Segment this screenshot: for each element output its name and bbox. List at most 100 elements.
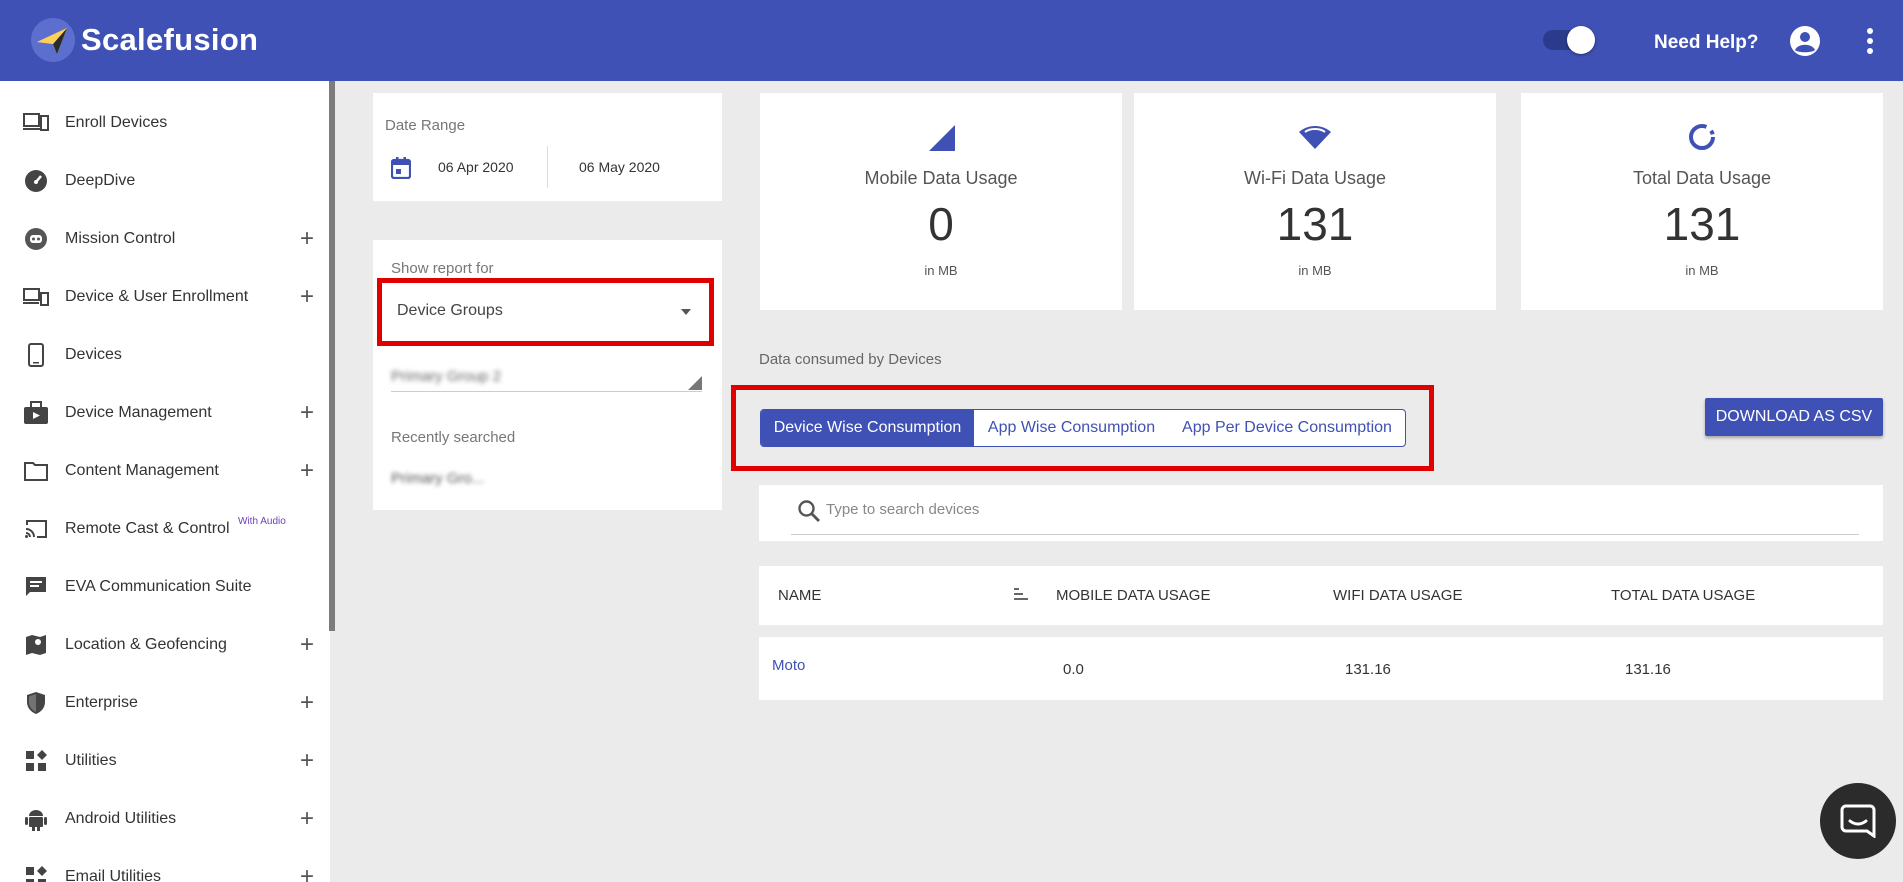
device-name-link[interactable]: Moto	[772, 657, 805, 674]
brand[interactable]: Scalefusion	[31, 18, 258, 62]
shield-icon	[22, 689, 50, 717]
robot-icon	[22, 225, 50, 253]
calendar-icon[interactable]	[391, 157, 411, 179]
col-mobile[interactable]: MOBILE DATA USAGE	[1056, 587, 1210, 604]
highlight-box	[731, 385, 1434, 471]
scalefusion-logo-icon	[31, 18, 75, 62]
stat-unit: in MB	[1685, 263, 1719, 278]
col-wifi[interactable]: WIFI DATA USAGE	[1333, 587, 1462, 604]
sidebar-item[interactable]: Remote Cast & Control With Audio	[0, 504, 330, 554]
expand-plus-icon[interactable]: +	[300, 865, 314, 882]
stat-title: Mobile Data Usage	[864, 168, 1018, 188]
sidebar-item-label: Content Management	[65, 462, 219, 479]
device-search-input[interactable]	[826, 501, 1726, 518]
devices-icon	[22, 283, 50, 311]
sidebar-item[interactable]: Utilities +	[0, 736, 330, 786]
sidebar-item[interactable]: Mission Control +	[0, 214, 330, 264]
highlight-box	[377, 278, 714, 346]
table-header: NAME MOBILE DATA USAGE WIFI DATA USAGE T…	[759, 566, 1883, 625]
recent-search-item[interactable]: Primary Gro...	[391, 470, 484, 487]
sidebar-item[interactable]: Device & User Enrollment +	[0, 272, 330, 322]
sidebar-item-label: Android Utilities	[65, 810, 177, 827]
group-value: Primary Group 2	[391, 368, 502, 385]
expand-plus-icon[interactable]: +	[300, 459, 314, 483]
more-vert-icon[interactable]	[1866, 28, 1874, 54]
top-app-bar: Scalefusion Need Help?	[0, 0, 1903, 81]
total-usage-cell: 131.16	[1625, 661, 1671, 678]
search-underline	[791, 534, 1859, 535]
sidebar-item[interactable]: DeepDive	[0, 156, 330, 206]
enroll-icon	[22, 109, 50, 137]
group-select[interactable]: Primary Group 2	[391, 362, 702, 392]
sidebar-item-label: Enterprise	[65, 694, 138, 711]
expand-plus-icon[interactable]: +	[300, 691, 314, 715]
sidebar-item[interactable]: Email Utilities +	[0, 852, 330, 882]
cast-icon	[22, 515, 50, 543]
sidebar-item[interactable]: Device Management +	[0, 388, 330, 438]
sort-icon[interactable]	[1014, 588, 1030, 602]
email-icon	[22, 863, 50, 882]
expand-plus-icon[interactable]: +	[300, 227, 314, 251]
stat-unit: in MB	[924, 263, 958, 278]
expand-plus-icon[interactable]: +	[300, 285, 314, 309]
sidebar: Enroll Devices DeepDive Mission Control + De…	[0, 81, 330, 882]
download-csv-button[interactable]: DOWNLOAD AS CSV	[1705, 398, 1883, 436]
sidebar-item[interactable]: Enterprise +	[0, 678, 330, 728]
sidebar-item-label: Devices	[65, 346, 122, 363]
stat-title: Total Data Usage	[1632, 168, 1772, 188]
mobile-data-card: Mobile Data Usage 0 in MB	[760, 93, 1122, 310]
phone-icon	[22, 341, 50, 369]
sidebar-item[interactable]: Devices	[0, 330, 330, 380]
sidebar-item-label: Enroll Devices	[65, 114, 168, 131]
section-label: Data consumed by Devices	[759, 351, 942, 368]
expand-plus-icon[interactable]: +	[300, 401, 314, 425]
account-icon[interactable]	[1789, 25, 1821, 57]
end-date-input[interactable]: 06 May 2020	[579, 159, 660, 175]
search-icon	[798, 500, 820, 522]
chat-bubble-icon	[1840, 804, 1876, 838]
stat-unit: in MB	[1298, 263, 1332, 278]
briefcase-icon	[22, 399, 50, 427]
stat-value: 0	[928, 198, 954, 250]
sidebar-item-label: Remote Cast & Control	[65, 520, 230, 537]
show-report-label: Show report for	[391, 260, 494, 277]
sidebar-item-badge: With Audio	[238, 516, 286, 527]
need-help-link[interactable]: Need Help?	[1654, 32, 1759, 54]
sidebar-item[interactable]: Content Management +	[0, 446, 330, 496]
chat-icon	[22, 573, 50, 601]
mobile-usage-cell: 0.0	[1063, 661, 1084, 678]
sidebar-item-label: Mission Control	[65, 230, 176, 247]
stat-value: 131	[1663, 198, 1741, 250]
signal-icon	[929, 125, 955, 151]
toggle-knob	[1567, 26, 1595, 54]
sidebar-item-label: Device & User Enrollment	[65, 288, 249, 305]
theme-toggle[interactable]	[1543, 26, 1595, 54]
col-total[interactable]: TOTAL DATA USAGE	[1611, 587, 1755, 604]
sidebar-item-label: EVA Communication Suite	[65, 578, 252, 595]
sidebar-item-label: Location & Geofencing	[65, 636, 227, 653]
sidebar-item[interactable]: Location & Geofencing +	[0, 620, 330, 670]
date-divider	[547, 146, 548, 188]
expand-plus-icon[interactable]: +	[300, 807, 314, 831]
sidebar-item[interactable]: EVA Communication Suite	[0, 562, 330, 612]
sidebar-item[interactable]: Android Utilities +	[0, 794, 330, 844]
app-name: Scalefusion	[81, 22, 259, 57]
wifi-data-card: Wi-Fi Data Usage 131 in MB	[1134, 93, 1496, 310]
map-icon	[22, 631, 50, 659]
expand-plus-icon[interactable]: +	[300, 633, 314, 657]
sidebar-item[interactable]: Enroll Devices	[0, 98, 330, 148]
folder-icon	[22, 457, 50, 485]
device-search-card	[759, 485, 1883, 541]
sidebar-item-label: Device Management	[65, 404, 212, 421]
col-name[interactable]: NAME	[778, 587, 821, 604]
stat-title: Wi-Fi Data Usage	[1243, 168, 1387, 188]
date-range-card: Date Range 06 Apr 2020 06 May 2020	[373, 93, 722, 201]
sidebar-scrollbar[interactable]	[329, 81, 335, 631]
widgets-icon	[22, 747, 50, 775]
start-date-input[interactable]: 06 Apr 2020	[438, 159, 514, 175]
wifi-icon	[1299, 126, 1331, 149]
chat-launcher-button[interactable]	[1820, 783, 1896, 859]
recently-searched-label: Recently searched	[391, 429, 516, 446]
expand-plus-icon[interactable]: +	[300, 749, 314, 773]
stat-value: 131	[1276, 198, 1354, 250]
